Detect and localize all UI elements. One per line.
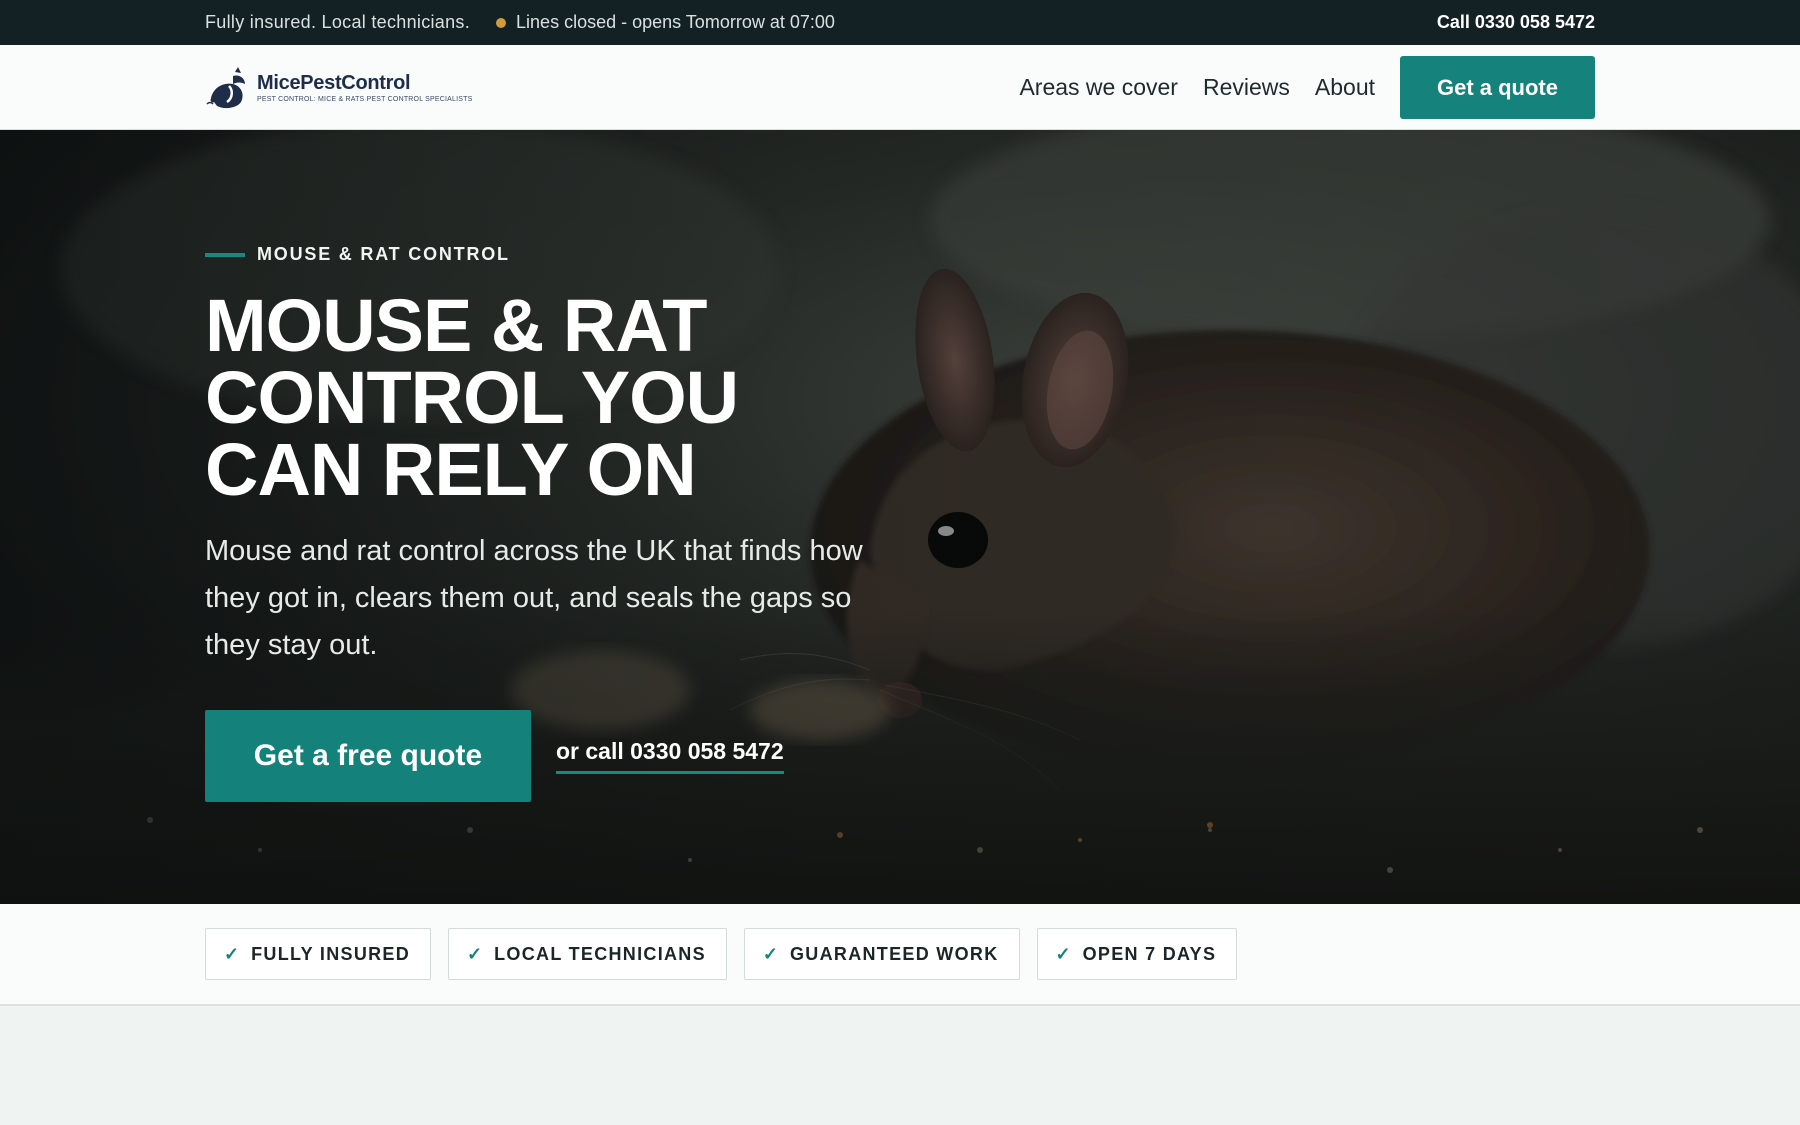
badge-label: GUARANTEED WORK (790, 943, 999, 964)
nav-areas-we-cover[interactable]: Areas we cover (1019, 74, 1178, 101)
top-bar: Fully insured. Local technicians. Lines … (0, 0, 1800, 45)
hero-section: MOUSE & RAT CONTROL MOUSE & RAT CONTROL … (0, 130, 1800, 904)
logo-wordmark: MicePestControl (257, 72, 473, 95)
check-icon: ✓ (224, 943, 240, 964)
eyebrow-accent-bar (205, 252, 245, 257)
badge-local-technicians: ✓ LOCAL TECHNICIANS (448, 928, 727, 980)
badge-label: LOCAL TECHNICIANS (494, 943, 706, 964)
hero-call-link[interactable]: or call 0330 058 5472 (556, 738, 784, 774)
hero-title-line-1: MOUSE & RAT (205, 284, 708, 367)
hero-description: Mouse and rat control across the UK that… (205, 535, 863, 661)
hours-status-text: Lines closed - opens Tomorrow at 07:00 (516, 12, 835, 32)
get-a-quote-button[interactable]: Get a quote (1400, 56, 1595, 119)
hero-title-line-2: CONTROL YOU (205, 356, 739, 439)
trust-strip: ✓ FULLY INSURED ✓ LOCAL TECHNICIANS ✓ GU… (0, 904, 1800, 1006)
hero-eyebrow: MOUSE & RAT CONTROL (205, 244, 510, 265)
logo-name-part2: PestControl (300, 72, 411, 94)
badge-guaranteed-work: ✓ GUARANTEED WORK (743, 928, 1020, 980)
hero-title: MOUSE & RAT CONTROL YOU CAN RELY ON (205, 289, 865, 507)
logo-name-part1: Mice (257, 72, 301, 94)
eyebrow-text: MOUSE & RAT CONTROL (257, 244, 510, 264)
get-free-quote-button[interactable]: Get a free quote (205, 710, 531, 802)
nav-reviews[interactable]: Reviews (1203, 74, 1290, 101)
topbar-call-link[interactable]: Call 0330 058 5472 (1437, 12, 1595, 33)
nav-about[interactable]: About (1315, 74, 1375, 101)
topbar-message: Fully insured. Local technicians. (205, 12, 471, 32)
trust-badges: ✓ FULLY INSURED ✓ LOCAL TECHNICIANS ✓ GU… (205, 928, 1254, 980)
site-logo[interactable]: MicePestControl PEST CONTROL: MICE & RAT… (205, 64, 473, 112)
hours-status: Lines closed - opens Tomorrow at 07:00 (496, 12, 835, 33)
badge-fully-insured: ✓ FULLY INSURED (205, 928, 432, 980)
logo-tagline: PEST CONTROL: MICE & RATS PEST CONTROL S… (257, 96, 473, 103)
badge-open-7-days: ✓ OPEN 7 DAYS (1036, 928, 1238, 980)
badge-label: FULLY INSURED (251, 943, 411, 964)
mouse-logo-icon (206, 66, 245, 108)
check-icon: ✓ (762, 943, 778, 964)
badge-label: OPEN 7 DAYS (1082, 943, 1217, 964)
hero-title-line-3: CAN RELY ON (205, 428, 697, 511)
site-header: MicePestControl PEST CONTROL: MICE & RAT… (0, 45, 1800, 130)
check-icon: ✓ (467, 943, 483, 964)
status-dot-icon (496, 17, 507, 28)
main-nav: Areas we cover Reviews About Get a quote (1019, 56, 1595, 119)
check-icon: ✓ (1055, 943, 1071, 964)
